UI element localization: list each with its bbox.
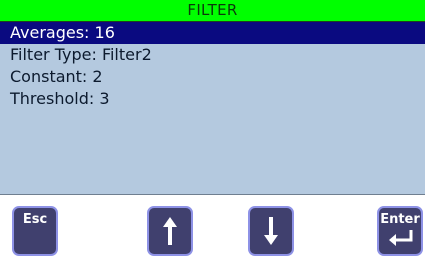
menu-list: Averages: 16 Filter Type: Filter2 Consta… [0,22,425,110]
softkey-bar: Esc Enter [0,196,425,257]
screen-title: FILTER [0,0,425,22]
menu-item-threshold[interactable]: Threshold: 3 [0,88,425,110]
lcd-screen: FILTER Averages: 16 Filter Type: Filter2… [0,0,425,195]
enter-button[interactable]: Enter [377,206,423,256]
menu-item-averages[interactable]: Averages: 16 [0,22,425,44]
up-button[interactable] [147,206,193,256]
esc-button[interactable]: Esc [12,206,58,256]
arrow-up-icon [163,217,177,245]
enter-return-icon [389,230,413,246]
esc-label: Esc [22,212,48,227]
menu-item-filter-type[interactable]: Filter Type: Filter2 [0,44,425,66]
menu-item-constant[interactable]: Constant: 2 [0,66,425,88]
arrow-down-icon [264,217,278,245]
down-button[interactable] [248,206,294,256]
